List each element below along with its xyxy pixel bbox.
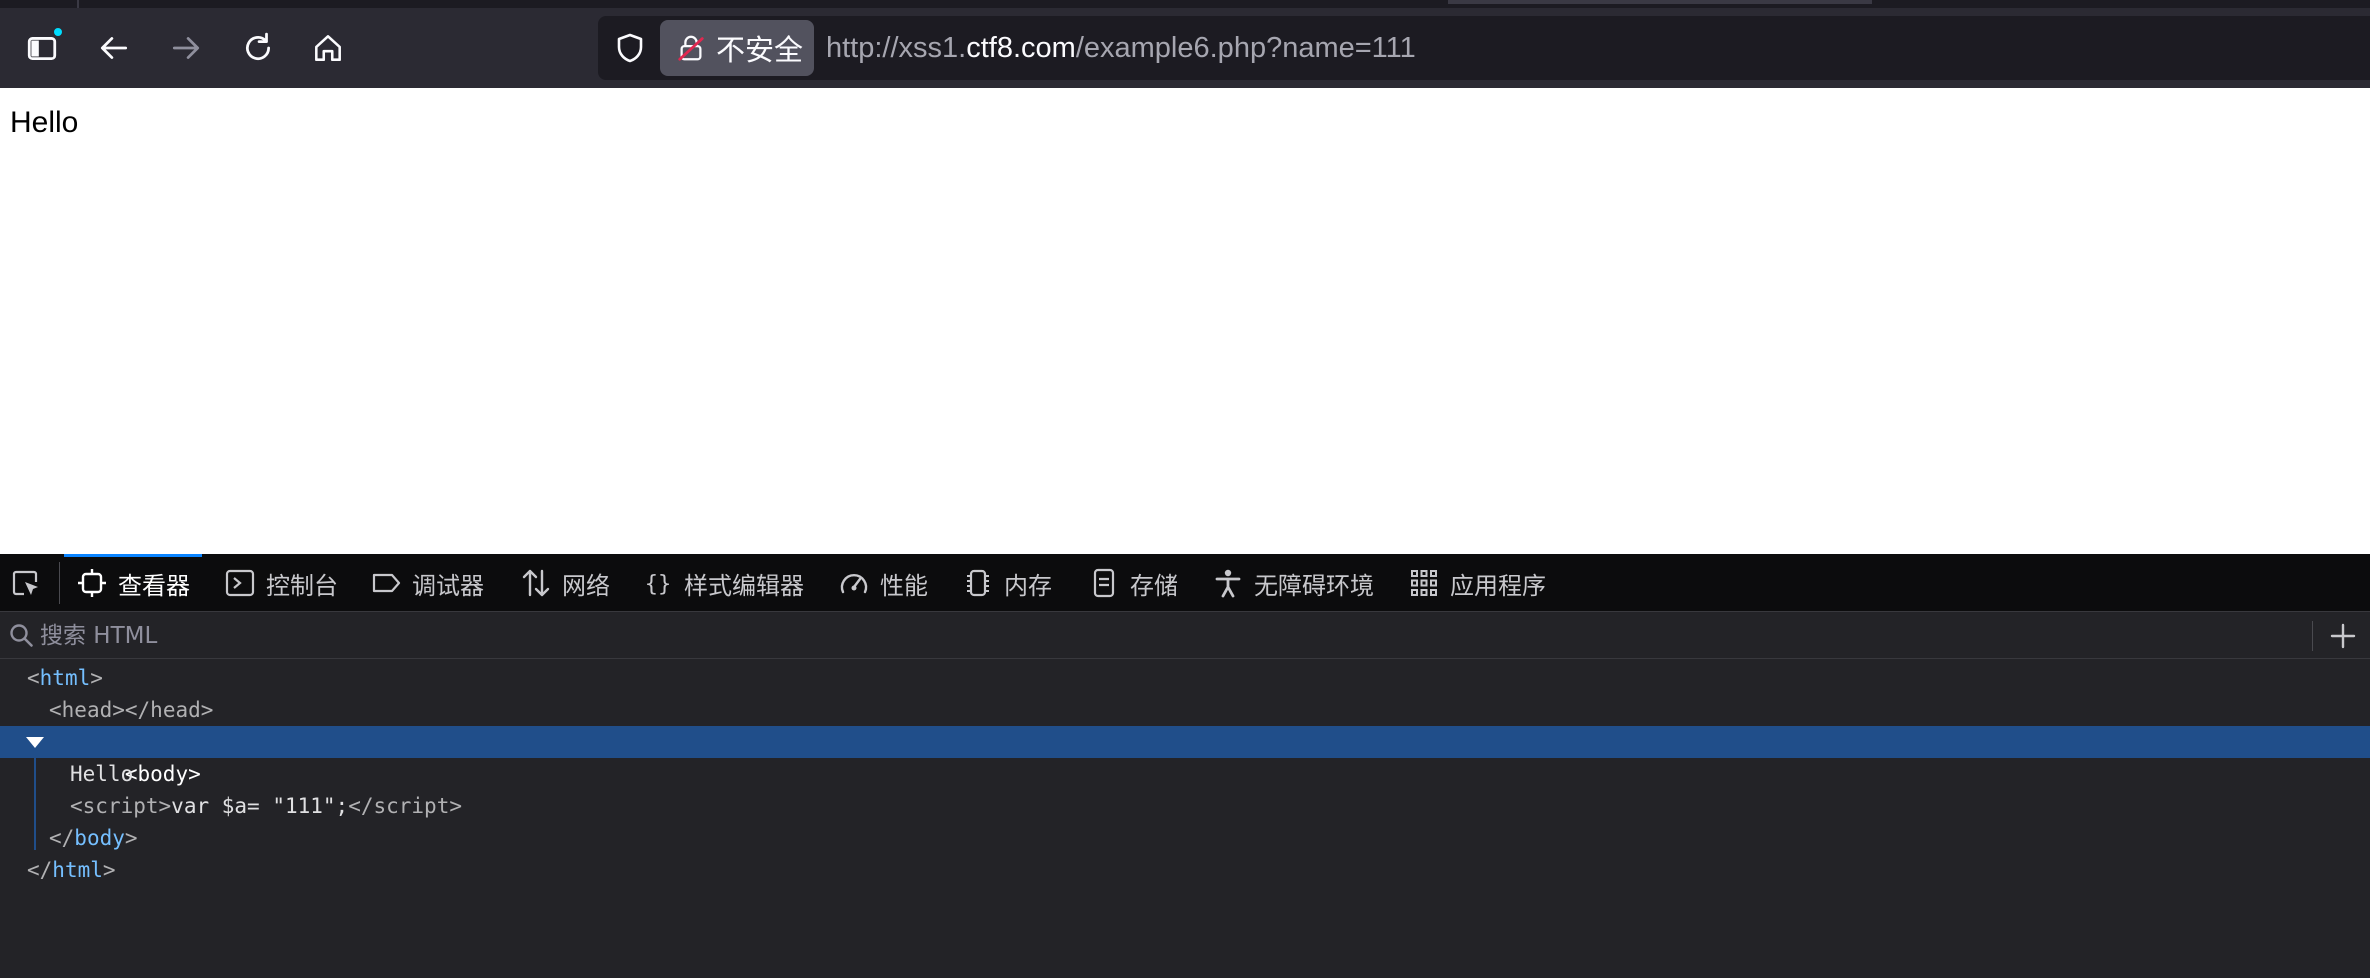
sidebar-notification-dot bbox=[52, 26, 64, 38]
insecure-lock-icon bbox=[678, 35, 704, 61]
forward-button[interactable] bbox=[160, 22, 212, 74]
tab-console[interactable]: 控制台 bbox=[212, 554, 350, 612]
url-path: /example6.php?name=111 bbox=[1075, 32, 1416, 64]
storage-icon bbox=[1093, 568, 1115, 598]
tab-label: 内存 bbox=[1004, 571, 1052, 600]
home-icon bbox=[315, 35, 341, 61]
tag-name: script bbox=[373, 794, 450, 818]
inspector-icon bbox=[78, 569, 106, 597]
svg-text:{}: {} bbox=[645, 572, 672, 597]
tab-accessibility[interactable]: 无障碍环境 bbox=[1200, 554, 1386, 612]
forward-icon bbox=[172, 37, 200, 59]
text-node-content: Hello bbox=[70, 762, 134, 786]
tab-label: 样式编辑器 bbox=[684, 571, 804, 600]
reload-button[interactable] bbox=[232, 22, 284, 74]
application-icon bbox=[1411, 570, 1437, 596]
markup-node-head[interactable]: <head></head> bbox=[0, 694, 2370, 726]
search-divider bbox=[2312, 621, 2313, 651]
back-button[interactable] bbox=[88, 22, 140, 74]
active-tab-edge[interactable] bbox=[1448, 0, 1872, 4]
tab-style-editor[interactable]: {} 样式编辑器 bbox=[630, 554, 816, 612]
tab-label: 存储 bbox=[1130, 571, 1178, 600]
page-body-text: Hello bbox=[10, 106, 79, 139]
accessibility-icon bbox=[1215, 569, 1241, 598]
tab-storage[interactable]: 存储 bbox=[1076, 554, 1190, 612]
devtools-panel: 查看器 控制台 调试器 网络 {} 样式编辑器 性能 内存 存储 无障碍环境 应… bbox=[0, 554, 2370, 978]
markup-node-script[interactable]: <script>var $a= "111";</script> bbox=[0, 790, 2370, 822]
console-icon bbox=[225, 569, 255, 597]
plus-icon bbox=[2330, 623, 2356, 649]
tab-label: 应用程序 bbox=[1450, 571, 1546, 600]
tag-name: body bbox=[74, 826, 125, 850]
tab-memory[interactable]: 内存 bbox=[950, 554, 1064, 612]
tab-inspector[interactable]: 查看器 bbox=[64, 554, 202, 612]
tag-name: script bbox=[82, 794, 159, 818]
indent-guide bbox=[34, 754, 36, 850]
tab-strip-edge bbox=[0, 0, 2370, 8]
script-content: var $a= "111"; bbox=[171, 794, 349, 818]
tracking-protection-button[interactable] bbox=[606, 24, 654, 72]
url-host: ctf8.com bbox=[966, 32, 1076, 64]
debugger-icon bbox=[372, 573, 401, 593]
tab-debugger[interactable]: 调试器 bbox=[358, 554, 496, 612]
tab-application[interactable]: 应用程序 bbox=[1396, 554, 1558, 612]
search-icon bbox=[10, 624, 33, 647]
tab-performance[interactable]: 性能 bbox=[826, 554, 940, 612]
url-bar[interactable]: 不安全 http://xss1.ctf8.com/example6.php?na… bbox=[598, 16, 2370, 80]
site-security-chip[interactable]: 不安全 bbox=[660, 20, 814, 76]
devtools-tab-bar: 查看器 控制台 调试器 网络 {} 样式编辑器 性能 内存 存储 无障碍环境 应… bbox=[0, 554, 2370, 612]
expand-twisty-icon[interactable] bbox=[26, 737, 44, 748]
memory-icon bbox=[967, 569, 989, 597]
performance-icon bbox=[840, 574, 868, 594]
toolbar-divider bbox=[59, 562, 60, 604]
markup-text-node[interactable]: Hello bbox=[0, 758, 2370, 790]
network-icon bbox=[522, 569, 550, 597]
tab-label: 网络 bbox=[562, 571, 610, 600]
tab-network[interactable]: 网络 bbox=[508, 554, 622, 612]
url-text[interactable]: http://xss1.ctf8.com/example6.php?name=1… bbox=[826, 16, 1416, 80]
markup-node-html-open[interactable]: <html> bbox=[0, 662, 2370, 694]
search-html-input[interactable] bbox=[40, 617, 2300, 655]
tab-label: 调试器 bbox=[412, 571, 484, 600]
tag-name: html bbox=[52, 858, 103, 882]
markup-tree: <html> <head></head> <body> Hello <scrip… bbox=[0, 660, 2370, 978]
tab-label: 性能 bbox=[880, 571, 928, 600]
tag-name: head bbox=[150, 698, 201, 722]
element-picker-button[interactable] bbox=[6, 566, 46, 602]
browser-toolbar: 不安全 http://xss1.ctf8.com/example6.php?na… bbox=[0, 0, 2370, 88]
tab-label: 控制台 bbox=[266, 571, 338, 600]
markup-node-body-open[interactable]: <body> bbox=[0, 726, 2370, 786]
tab-separator bbox=[77, 0, 79, 8]
add-node-button[interactable] bbox=[2326, 619, 2360, 653]
back-icon bbox=[100, 37, 128, 59]
markup-search-bar bbox=[0, 613, 2370, 659]
reload-icon bbox=[246, 32, 271, 61]
markup-node-html-close[interactable]: </html> bbox=[0, 854, 2370, 886]
tag-name: head bbox=[61, 698, 113, 722]
element-picker-icon bbox=[12, 570, 38, 596]
tag-name: html bbox=[39, 666, 91, 690]
style-editor-icon: {} bbox=[645, 572, 672, 597]
markup-node-body-close[interactable]: </body> bbox=[0, 822, 2370, 854]
home-button[interactable] bbox=[302, 22, 354, 74]
security-label: 不安全 bbox=[716, 33, 804, 67]
url-scheme: http://xss1. bbox=[826, 32, 967, 64]
shield-icon bbox=[617, 33, 643, 63]
page-viewport: Hello bbox=[0, 88, 2370, 554]
tab-label: 查看器 bbox=[118, 571, 190, 600]
tab-label: 无障碍环境 bbox=[1254, 571, 1374, 600]
